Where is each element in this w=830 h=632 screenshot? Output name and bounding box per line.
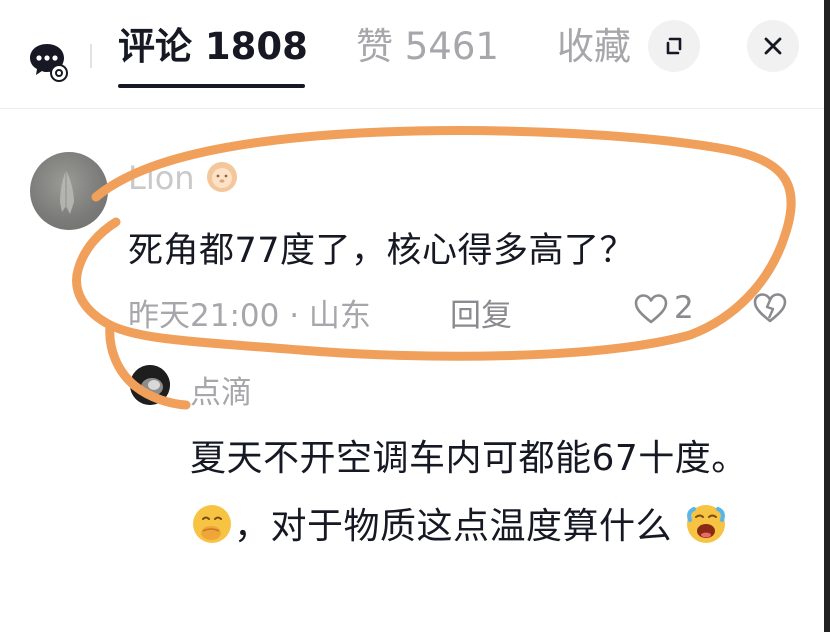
comments-header: 评论 1808 赞 5461 收藏 (0, 0, 824, 109)
tab-favorites[interactable]: 收藏 (557, 22, 631, 72)
reply-button[interactable]: 回复 (450, 290, 512, 335)
header-divider (90, 44, 92, 68)
tab-comments[interactable]: 评论 1808 (118, 22, 308, 72)
screen-edge (824, 0, 830, 632)
face-with-hand-over-mouth-emoji (193, 505, 231, 543)
expand-button[interactable] (648, 20, 700, 72)
reply-avatar-image (130, 365, 170, 405)
face-screaming-emoji (686, 505, 725, 543)
reply-username[interactable]: 点滴 (190, 367, 252, 412)
avatar-image (60, 170, 74, 214)
lion-face-emoji (207, 162, 237, 192)
heart-icon[interactable] (633, 292, 669, 326)
comment-text: 死角都77度了，核心得多高了？ (128, 231, 636, 271)
reply-text-part-1: 夏天不开空调车内可都能67十度。 (190, 438, 748, 479)
expand-icon (666, 37, 682, 55)
comment-meta: 昨天21:00 · 山东 (128, 298, 371, 334)
bot-settings-icon[interactable] (26, 40, 68, 82)
tab-likes[interactable]: 赞 5461 (356, 22, 499, 72)
close-icon (764, 37, 782, 55)
dislike-icon[interactable] (752, 290, 788, 326)
avatar[interactable] (30, 152, 108, 230)
reply-text-part-2: ，对于物质这点温度算什么 (234, 506, 673, 547)
active-tab-indicator (118, 84, 305, 88)
comment-username[interactable]: Lion (128, 159, 195, 197)
close-button[interactable] (747, 20, 799, 72)
like-count: 2 (674, 290, 694, 326)
comments-panel: 评论 1808 赞 5461 收藏 Lion 死角都77度了，核心得多高了？ 昨… (0, 0, 830, 632)
reply-avatar[interactable] (130, 365, 170, 405)
reply-text: 夏天不开空调车内可都能67十度。 ，对于物质这点温度算什么 (190, 425, 790, 561)
